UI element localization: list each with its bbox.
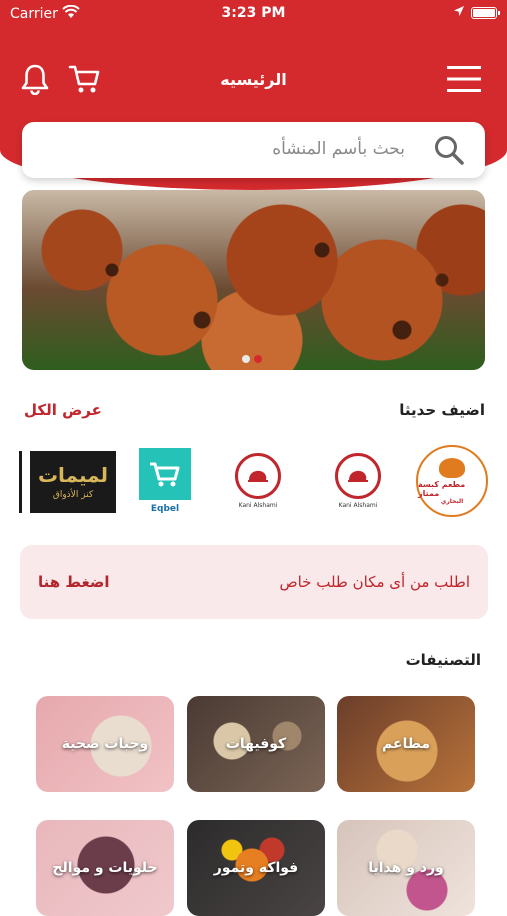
category-restaurants[interactable]: مطاعم <box>337 696 475 792</box>
menu-icon[interactable] <box>447 65 481 97</box>
category-label: مطاعم <box>381 736 431 752</box>
logo-text: مطعم كبسة ممتاز <box>418 479 466 498</box>
category-label: فواكه وتمور <box>213 860 299 876</box>
top-navigation: الرئيسيه <box>0 55 507 105</box>
category-sweets-savories[interactable]: حلويات و موالح <box>36 820 174 916</box>
chicken-icon <box>439 457 465 478</box>
recently-added-header: اضيف حديثا عرض الكل <box>22 401 485 425</box>
categories-title: التصنيفات <box>405 651 481 669</box>
recent-logos-row: مطعم كبسة ممتاز البخاري Kani Alshami Kan… <box>18 445 488 525</box>
logo-eqbel[interactable]: Eqbel <box>138 445 192 517</box>
category-fruits-dates[interactable]: فواكه وتمور <box>187 820 325 916</box>
battery-icon <box>471 7 500 19</box>
press-here-link[interactable]: اضغط هنا <box>38 573 110 591</box>
logo-lameemat[interactable]: لميمات كنز الأذواق <box>30 451 116 513</box>
banner-texture <box>22 190 485 370</box>
eqbel-cart-icon <box>139 448 191 500</box>
status-bar: Carrier 3:23 PM <box>0 0 507 28</box>
logo-subtext: البخاري <box>440 497 464 505</box>
roaster-emblem-icon <box>235 453 281 499</box>
logo-text: لميمات <box>37 463 109 487</box>
promo-banner-image[interactable] <box>22 190 485 370</box>
special-order-message: اطلب من أى مكان طلب خاص <box>279 573 470 591</box>
logo-partial[interactable] <box>19 451 22 513</box>
page-title: الرئيسيه <box>220 70 287 89</box>
category-label: حلويات و موالح <box>52 860 158 876</box>
logo-text: Eqbel <box>150 504 180 514</box>
category-cafes[interactable]: كوفيهات <box>187 696 325 792</box>
logo-subtext: كنز الأذواق <box>52 490 94 500</box>
search-input[interactable]: بحث بأسم المنشأه <box>272 139 405 159</box>
view-all-link[interactable]: عرض الكل <box>24 401 102 419</box>
logo-roaster-2[interactable]: Kani Alshami <box>228 445 288 517</box>
category-flowers-gifts[interactable]: ورد و هدايا <box>337 820 475 916</box>
roaster-emblem-icon <box>335 453 381 499</box>
logo-text: Kani Alshami <box>238 502 278 509</box>
search-icon <box>433 134 465 170</box>
category-label: ورد و هدايا <box>368 860 444 876</box>
special-order-card[interactable]: اطلب من أى مكان طلب خاص اضغط هنا <box>20 545 488 619</box>
category-label: كوفيهات <box>225 736 287 752</box>
section-title: اضيف حديثا <box>399 401 485 419</box>
search-bar[interactable]: بحث بأسم المنشأه <box>22 122 485 178</box>
category-label: وجبات صحية <box>61 736 149 752</box>
carousel-dot-active[interactable] <box>254 355 262 363</box>
logo-kabsa-restaurant[interactable]: مطعم كبسة ممتاز البخاري <box>416 445 488 517</box>
carousel-dots <box>240 348 264 367</box>
carousel-dot[interactable] <box>242 355 250 363</box>
logo-text: Kani Alshami <box>338 502 378 509</box>
category-healthy-meals[interactable]: وجبات صحية <box>36 696 174 792</box>
clock: 3:23 PM <box>221 5 286 21</box>
location-arrow-icon <box>453 5 465 21</box>
logo-roaster-1[interactable]: Kani Alshami <box>328 445 388 517</box>
